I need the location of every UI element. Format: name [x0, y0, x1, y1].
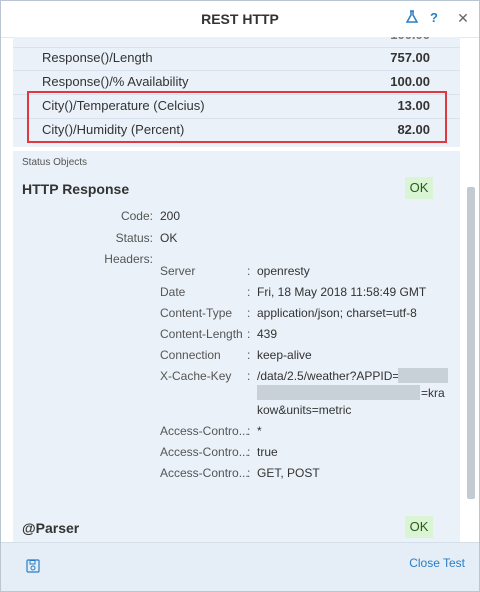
http-response-status-badge: OK	[405, 177, 433, 199]
rest-http-dialog: REST HTTP ? ✕ 100.00 Response()/Length 7…	[0, 0, 480, 592]
header-colon: :	[247, 348, 251, 362]
header-name: Content-Type	[160, 306, 233, 320]
title-bar: REST HTTP ? ✕	[1, 1, 479, 38]
status-label: Status:	[115, 231, 153, 245]
header-colon: :	[247, 306, 251, 320]
header-name: Connection	[160, 348, 221, 362]
section-label: Status Objects	[22, 157, 88, 168]
content-area: 100.00 Response()/Length 757.00 Response…	[13, 37, 460, 542]
header-colon: :	[247, 424, 251, 438]
metrics-list: 100.00 Response()/Length 757.00 Response…	[13, 37, 460, 147]
header-value-continued: kow&units=metric	[257, 403, 352, 417]
header-value: GET, POST	[257, 466, 320, 480]
header-value: *	[257, 424, 262, 438]
status-objects-panel: Status Objects HTTP Response OK Code: 20…	[13, 151, 460, 542]
header-value-continued: =kra	[421, 386, 445, 400]
header-colon: :	[247, 327, 251, 341]
redacted-block	[257, 385, 420, 400]
metric-name: Response()/Length	[42, 50, 153, 65]
code-value: 200	[160, 209, 181, 223]
header-value: true	[257, 445, 278, 459]
code-label: Code:	[120, 209, 153, 223]
save-icon[interactable]	[26, 559, 40, 573]
header-name: Access-Contro...	[160, 424, 249, 438]
header-value: /data/2.5/weather?APPID=	[257, 369, 400, 383]
header-name: Access-Contro...	[160, 445, 249, 459]
header-name: Content-Length	[160, 327, 243, 341]
metric-value: 100.00	[390, 74, 430, 89]
header-colon: :	[247, 466, 251, 480]
header-colon: :	[247, 285, 251, 299]
status-value: OK	[160, 231, 178, 245]
header-name: X-Cache-Key	[160, 369, 232, 383]
header-value: keep-alive	[257, 348, 312, 362]
parser-status-badge: OK	[405, 516, 433, 538]
flask-icon[interactable]	[404, 10, 420, 26]
redacted-block	[398, 368, 448, 383]
header-name: Access-Contro...	[160, 466, 249, 480]
parser-title: @Parser	[22, 520, 80, 536]
header-value: 439	[257, 327, 278, 341]
header-colon: :	[247, 264, 251, 278]
metric-value: 757.00	[390, 50, 430, 65]
header-name: Date	[160, 285, 186, 299]
metric-name: Response()/% Availability	[42, 74, 189, 89]
headers-label: Headers:	[104, 252, 153, 266]
footer-bar: Close Test	[1, 542, 479, 591]
header-colon: :	[247, 445, 251, 459]
highlight-box	[27, 91, 447, 143]
metric-value: 100.00	[390, 37, 430, 42]
close-icon[interactable]: ✕	[455, 10, 471, 26]
help-icon[interactable]: ?	[426, 10, 442, 26]
header-value: openresty	[257, 264, 310, 278]
http-response-title: HTTP Response	[22, 181, 130, 197]
metric-row: Response()/Length 757.00	[13, 46, 460, 71]
header-value: application/json; charset=utf-8	[257, 306, 417, 320]
header-value: Fri, 18 May 2018 11:58:49 GMT	[257, 285, 427, 299]
close-test-button[interactable]: Close Test	[409, 556, 465, 570]
header-colon: :	[247, 369, 251, 383]
vertical-scrollbar[interactable]	[467, 187, 475, 499]
header-name: Server	[160, 264, 196, 278]
